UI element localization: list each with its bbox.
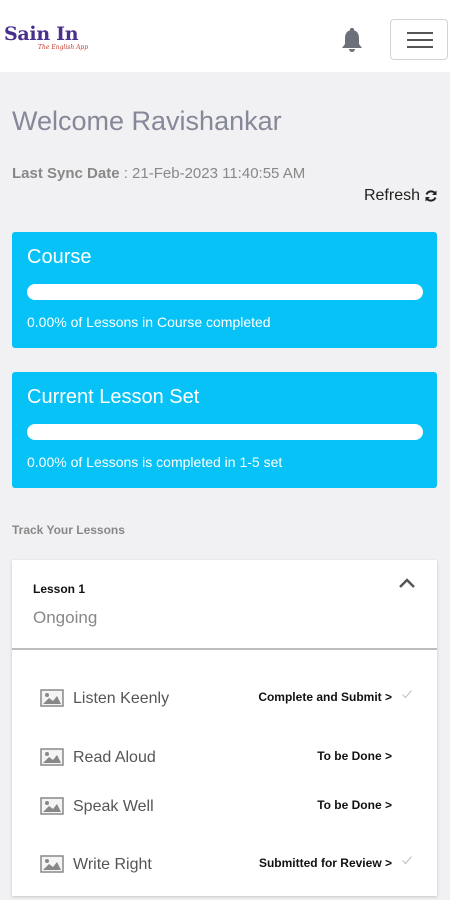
course-card-title: Course	[27, 246, 92, 268]
page-title: Welcome Ravishankar	[12, 106, 282, 136]
lesson-panel: Lesson 1 Ongoing Listen Keenly Complete …	[12, 560, 437, 896]
course-progress-card: Course 0.00% of Lessons in Course comple…	[12, 232, 437, 348]
task-row-write[interactable]: Write Right Submitted for Review >	[12, 850, 437, 880]
image-icon	[40, 855, 64, 873]
hamburger-icon	[407, 39, 433, 41]
logo-tagline: The English App	[38, 44, 89, 51]
task-status-link[interactable]: To be Done >	[317, 749, 392, 763]
task-row-speak[interactable]: Speak Well To be Done >	[12, 792, 437, 822]
hamburger-icon	[407, 32, 433, 34]
task-label: Listen Keenly	[73, 690, 170, 707]
refresh-button[interactable]: Refresh	[364, 187, 438, 205]
track-lessons-heading: Track Your Lessons	[12, 523, 125, 537]
lesson-header[interactable]: Lesson 1 Ongoing	[12, 560, 437, 650]
menu-toggle-button[interactable]	[390, 19, 448, 60]
task-label: Speak Well	[73, 798, 154, 815]
lesson-set-card-title: Current Lesson Set	[27, 386, 200, 408]
course-progress-text: 0.00% of Lessons in Course completed	[27, 314, 271, 330]
last-sync-info: Last Sync Date : 21-Feb-2023 11:40:55 AM	[12, 165, 305, 182]
logo-text: Sain In	[4, 23, 79, 45]
chevron-up-icon[interactable]	[398, 576, 416, 590]
lesson-set-progress-text: 0.00% of Lessons is completed in 1-5 set	[27, 454, 283, 470]
sync-label: Last Sync Date	[12, 165, 120, 182]
task-label: Read Aloud	[73, 749, 156, 766]
app-logo[interactable]: Sain In The English App	[4, 24, 88, 52]
check-icon	[402, 690, 412, 699]
refresh-label: Refresh	[363, 187, 420, 204]
course-progress-bar	[27, 284, 423, 300]
task-row-read[interactable]: Read Aloud To be Done >	[12, 743, 437, 773]
image-icon	[40, 748, 64, 766]
task-label: Write Right	[73, 856, 152, 873]
task-status-link[interactable]: To be Done >	[317, 798, 392, 812]
lesson-status: Ongoing	[33, 608, 98, 627]
lesson-set-progress-card: Current Lesson Set 0.00% of Lessons is c…	[12, 372, 437, 488]
refresh-icon	[425, 190, 437, 202]
top-navbar: Sain In The English App	[0, 0, 450, 72]
lesson-number: Lesson 1	[33, 582, 86, 596]
task-row-listen[interactable]: Listen Keenly Complete and Submit >	[12, 684, 437, 714]
task-status-link[interactable]: Complete and Submit >	[258, 690, 392, 704]
bell-icon[interactable]	[339, 27, 365, 55]
hamburger-icon	[407, 46, 433, 48]
image-icon	[40, 797, 64, 815]
task-status-link[interactable]: Submitted for Review >	[259, 856, 392, 870]
lesson-set-progress-bar	[27, 424, 423, 440]
image-icon	[40, 689, 64, 707]
sync-value: : 21-Feb-2023 11:40:55 AM	[119, 165, 306, 182]
check-icon	[402, 856, 412, 865]
